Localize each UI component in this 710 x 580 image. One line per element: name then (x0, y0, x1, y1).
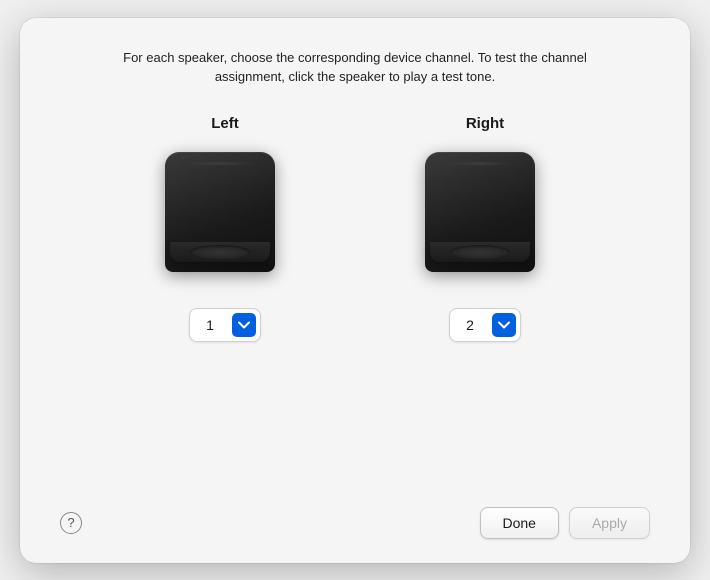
right-speaker-body[interactable] (425, 152, 535, 272)
left-channel-dropdown-btn[interactable] (232, 313, 256, 337)
left-speaker-mesh (190, 245, 250, 259)
left-channel-value: 1 (202, 317, 218, 333)
dialog-footer: ? Done Apply (60, 491, 650, 539)
left-channel-select[interactable]: 1 (189, 308, 261, 342)
chevron-down-icon (238, 321, 250, 329)
right-speaker-mesh (450, 245, 510, 259)
help-button[interactable]: ? (60, 512, 82, 534)
left-speaker-label: Left (211, 115, 239, 132)
right-channel-select[interactable]: 2 (449, 308, 521, 342)
chevron-down-icon (498, 321, 510, 329)
apply-button[interactable]: Apply (569, 507, 650, 539)
done-label: Done (503, 515, 536, 531)
right-speaker-base (430, 242, 530, 262)
apply-label: Apply (592, 515, 627, 531)
right-speaker-col: Right 2 (425, 115, 545, 342)
description-text: For each speaker, choose the correspondi… (105, 48, 605, 87)
right-channel-dropdown-btn[interactable] (492, 313, 516, 337)
speaker-channel-dialog: For each speaker, choose the correspondi… (20, 18, 690, 563)
left-speaker-icon[interactable] (165, 152, 285, 292)
left-speaker-base (170, 242, 270, 262)
left-speaker-col: Left 1 (165, 115, 285, 342)
left-speaker-body[interactable] (165, 152, 275, 272)
action-buttons: Done Apply (480, 507, 651, 539)
right-speaker-label: Right (466, 115, 504, 132)
left-speaker-top-detail (185, 162, 255, 165)
speakers-row: Left 1 Right (165, 115, 545, 491)
right-speaker-top-detail (445, 162, 515, 165)
right-speaker-icon[interactable] (425, 152, 545, 292)
done-button[interactable]: Done (480, 507, 559, 539)
help-label: ? (67, 515, 74, 530)
right-channel-value: 2 (462, 317, 478, 333)
